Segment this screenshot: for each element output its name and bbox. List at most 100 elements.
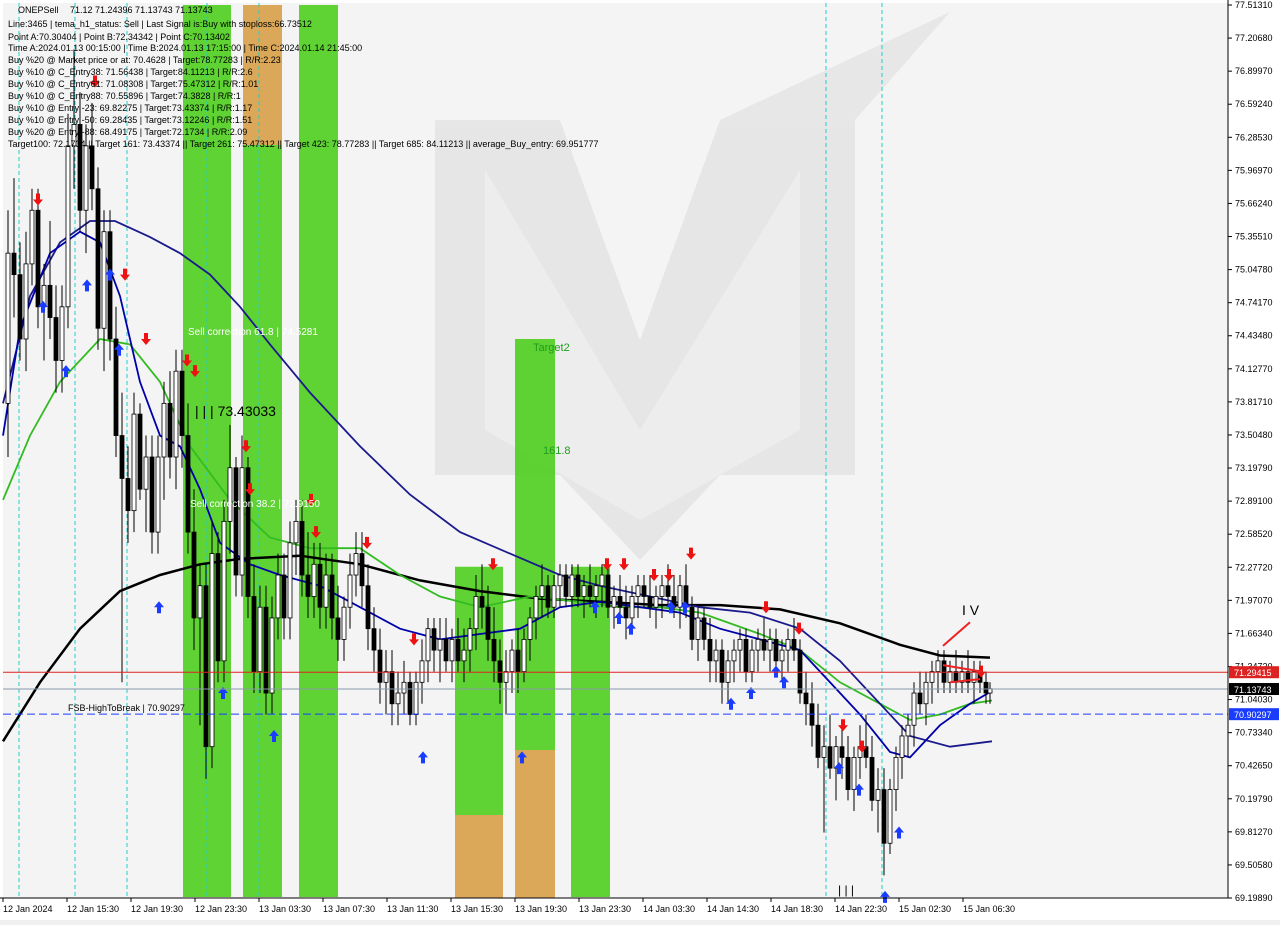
- candle-body: [701, 617, 707, 640]
- candle-body: [869, 757, 875, 801]
- candle-body: [227, 467, 233, 522]
- candle-body: [95, 188, 101, 329]
- candle-body: [17, 274, 23, 340]
- candle-body: [539, 585, 545, 597]
- candle-body: [221, 520, 227, 662]
- candle-body: [161, 402, 167, 458]
- y-tick-label: 74.12770: [1235, 364, 1273, 374]
- candle-body: [431, 628, 437, 651]
- candle-body: [347, 574, 353, 608]
- x-tick-label: 13 Jan 03:30: [259, 904, 311, 914]
- current-price-tag: 71.13743: [1234, 685, 1272, 695]
- candle-body: [665, 585, 671, 597]
- candle-body: [11, 252, 17, 276]
- info-line: Target100: 72.1734 || Target 161: 73.433…: [8, 139, 599, 149]
- y-tick-label: 72.89100: [1235, 496, 1273, 506]
- ohlc-header: 71.12 71.24396 71.13743 71.13743: [70, 5, 213, 15]
- candle-body: [137, 413, 143, 490]
- candle-body: [905, 724, 911, 737]
- y-tick-label: 70.73340: [1235, 728, 1273, 738]
- candle-body: [881, 789, 887, 844]
- candle-body: [887, 789, 893, 844]
- candle-body: [449, 638, 455, 662]
- x-tick-label: 13 Jan 11:30: [387, 904, 438, 914]
- y-tick-label: 75.35510: [1235, 232, 1273, 242]
- candle-body: [131, 413, 137, 512]
- candle-body: [299, 520, 305, 576]
- y-tick-label: 72.27720: [1235, 562, 1273, 572]
- candle-body: [209, 553, 215, 748]
- candle-body: [329, 574, 335, 619]
- candle-body: [167, 402, 173, 458]
- candle-body: [533, 596, 539, 619]
- candle-body: [773, 638, 779, 662]
- x-tick-label: 12 Jan 19:30: [131, 904, 183, 914]
- candle-body: [929, 671, 935, 683]
- candle-body: [629, 596, 635, 619]
- chart-container: Sell correction 61.8 | 74.5281 Sell corr…: [0, 0, 1280, 920]
- candle-body: [107, 231, 113, 340]
- candle-body: [785, 638, 791, 651]
- candle-body: [377, 649, 383, 683]
- signal-zone: [571, 566, 610, 897]
- candle-body: [401, 681, 407, 694]
- y-tick-label: 76.28530: [1235, 132, 1273, 142]
- info-line: Buy %20 @ Entry -88: 68.49175 | Target:7…: [8, 127, 247, 137]
- y-tick-label: 70.19790: [1235, 794, 1273, 804]
- y-tick-label: 76.89970: [1235, 66, 1273, 76]
- candle-body: [713, 649, 719, 662]
- candle-body: [35, 209, 41, 308]
- y-tick-label: 72.58520: [1235, 529, 1273, 539]
- red-price-tag: 71.29415: [1234, 668, 1272, 678]
- candle-body: [155, 456, 161, 533]
- x-tick-label: 13 Jan 19:30: [515, 904, 567, 914]
- candle-body: [935, 660, 941, 672]
- candle-body: [845, 757, 851, 790]
- candle-body: [851, 757, 857, 790]
- candle-body: [125, 478, 131, 512]
- candle-body: [653, 596, 659, 608]
- candle-body: [503, 671, 509, 683]
- x-tick-label: 12 Jan 15:30: [67, 904, 119, 914]
- candle-body: [599, 574, 605, 587]
- candle-body: [719, 649, 725, 683]
- candle-body: [119, 435, 125, 479]
- candle-body: [179, 370, 185, 436]
- candle-body: [497, 660, 503, 683]
- x-tick-label: 15 Jan 06:30: [963, 904, 1015, 914]
- y-tick-label: 77.20680: [1235, 33, 1273, 43]
- wave-bottom-label: | | |: [838, 883, 854, 897]
- candle-body: [29, 209, 35, 265]
- price-chart[interactable]: Sell correction 61.8 | 74.5281 Sell corr…: [0, 0, 1280, 920]
- candle-body: [917, 692, 923, 705]
- loss-zone: [515, 750, 555, 898]
- candle-body: [269, 617, 275, 694]
- price-tags: 71.29415 71.13743 70.90297: [1229, 666, 1279, 721]
- y-tick-label: 69.19890: [1235, 893, 1273, 903]
- candle-body: [275, 574, 281, 619]
- candle-body: [89, 145, 95, 190]
- candle-body: [647, 596, 653, 608]
- candle-body: [677, 585, 683, 608]
- candle-body: [521, 638, 527, 672]
- candle-body: [509, 649, 515, 672]
- y-tick-label: 76.59240: [1235, 99, 1273, 109]
- y-tick-label: 70.42650: [1235, 761, 1273, 771]
- fib-1618-label: 161.8: [543, 445, 571, 457]
- x-tick-label: 12 Jan 23:30: [195, 904, 247, 914]
- x-tick-label: 14 Jan 14:30: [707, 904, 759, 914]
- candle-body: [899, 735, 905, 758]
- candle-body: [461, 649, 467, 662]
- candle-body: [53, 317, 59, 361]
- candle-body: [407, 681, 413, 715]
- candle-body: [641, 585, 647, 597]
- candle-body: [437, 638, 443, 651]
- candle-body: [911, 692, 917, 726]
- candle-body: [311, 563, 317, 597]
- candle-body: [77, 124, 83, 211]
- candle-body: [287, 542, 293, 619]
- fsb-high-break-label: FSB-HighToBreak | 70.90297: [68, 703, 185, 713]
- candle-body: [557, 574, 563, 587]
- candle-body: [383, 671, 389, 683]
- candle-body: [755, 638, 761, 651]
